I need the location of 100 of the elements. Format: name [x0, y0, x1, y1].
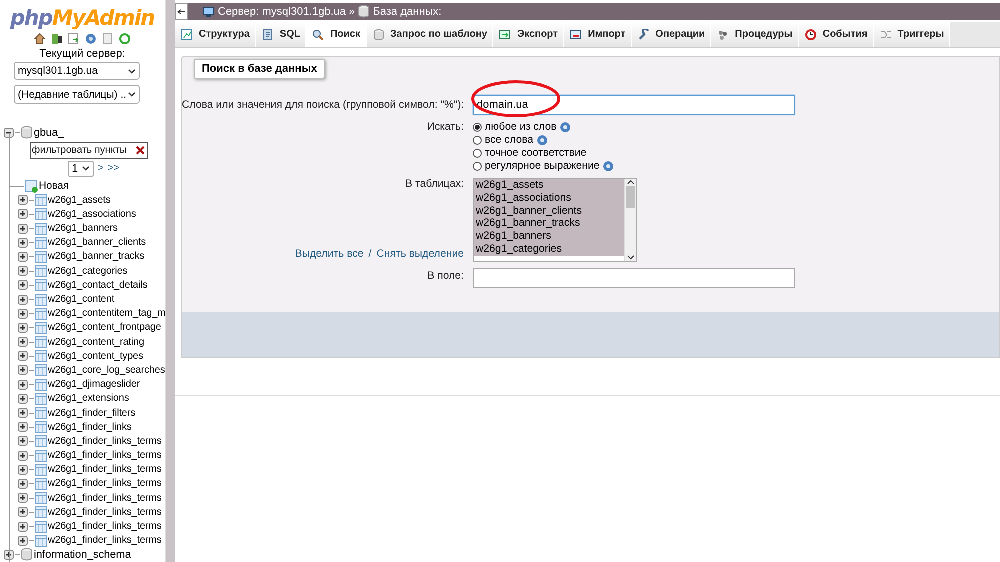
expand-icon[interactable] [18, 252, 28, 262]
table-link[interactable]: w26g1_finder_links_terms [48, 478, 162, 490]
expand-icon[interactable] [18, 408, 28, 418]
scroll-down-icon [626, 254, 634, 261]
table-link[interactable]: w26g1_finder_links_terms [48, 521, 162, 532]
recent-tables-select[interactable]: (Недавние таблицы) .. [14, 85, 140, 104]
radio-label[interactable]: точное соответствие [485, 147, 587, 159]
expand-icon[interactable] [18, 308, 28, 319]
tab[interactable]: Структура [175, 22, 256, 47]
help-icon[interactable] [85, 33, 97, 45]
expand-icon[interactable] [18, 422, 28, 432]
expand-icon[interactable] [18, 507, 28, 518]
table-link[interactable]: w26g1_categories [48, 266, 128, 277]
expand-icon[interactable] [18, 351, 28, 362]
expand-icon[interactable] [18, 536, 28, 546]
table-link[interactable]: w26g1_content_rating [48, 336, 144, 348]
expand-icon[interactable] [18, 238, 28, 248]
expand-icon[interactable] [18, 394, 28, 404]
expand-icon[interactable] [18, 294, 28, 305]
table-link[interactable]: w26g1_content_types [48, 350, 144, 362]
table-link[interactable]: w26g1_finder_links_terms [48, 450, 162, 462]
search-field[interactable]: domain.ua [473, 95, 795, 115]
radio-button[interactable] [473, 136, 482, 144]
radio-button[interactable] [473, 162, 482, 170]
table-link[interactable]: w26g1_banner_clients [48, 237, 146, 248]
table-link[interactable]: w26g1_finder_links [48, 422, 132, 433]
deselect-all-link[interactable]: Снять выделение [376, 248, 464, 260]
table-link[interactable]: w26g1_banners [48, 223, 118, 234]
table-link[interactable]: w26g1_associations [48, 208, 136, 220]
column-field[interactable] [473, 268, 795, 288]
breadcrumb-link[interactable]: База данных: [373, 6, 442, 18]
expand-icon[interactable] [18, 522, 28, 532]
radio-label[interactable]: любое из слов [485, 121, 557, 133]
expand-icon[interactable] [18, 436, 28, 446]
tables-listbox[interactable]: w26g1_assets w26g1_associations w26g1_banner_clients w26g1_banner_tracks w26g1_banners w26g1_categories [473, 178, 637, 262]
tab[interactable]: Экспорт [493, 22, 564, 47]
table-link[interactable]: w26g1_finder_links_terms [48, 436, 162, 447]
table-link[interactable]: w26g1_content_frontpage [48, 322, 162, 334]
expand-icon[interactable] [18, 224, 28, 234]
list-option[interactable]: w26g1_associations [474, 192, 624, 205]
table-link[interactable]: w26g1_finder_links_terms [48, 535, 162, 546]
list-option[interactable]: w26g1_categories [474, 242, 624, 256]
expand-icon[interactable] [18, 450, 28, 461]
tab[interactable]: Запрос по шаблону [366, 22, 494, 47]
document-icon[interactable] [68, 33, 80, 45]
table-link[interactable]: w26g1_core_log_searches [48, 364, 165, 376]
list-option[interactable]: w26g1_banner_tracks [474, 217, 624, 230]
expand-icon[interactable] [18, 195, 28, 206]
expand-icon[interactable] [18, 280, 28, 290]
table-link[interactable]: w26g1_banner_tracks [48, 251, 144, 262]
expand-icon[interactable] [18, 478, 28, 489]
breadcrumb-link[interactable]: Сервер: mysql301.1gb.ua [218, 6, 346, 18]
database-name[interactable]: gbua_ [34, 126, 64, 139]
list-option[interactable]: w26g1_banner_clients [474, 204, 624, 218]
expand-icon[interactable] [18, 365, 28, 376]
expand-icon[interactable] [18, 493, 28, 504]
next-page-link[interactable]: > [98, 163, 104, 174]
table-link[interactable]: w26g1_finder_links_terms [48, 492, 162, 504]
expand-icon[interactable] [18, 322, 28, 333]
collapse-sidebar-button[interactable] [175, 3, 188, 20]
expand-icon[interactable] [4, 550, 14, 560]
last-page-link[interactable]: >> [108, 163, 120, 174]
table-link[interactable]: w26g1_finder_links_terms [48, 464, 162, 476]
radio-button[interactable] [473, 122, 482, 132]
collapse-icon[interactable] [4, 128, 14, 138]
tab[interactable]: Триггеры [874, 22, 950, 47]
new-table-link[interactable]: Новая [39, 180, 69, 192]
table-link[interactable]: w26g1_finder_filters [48, 408, 136, 419]
tab[interactable]: Импорт [564, 22, 632, 47]
expand-icon[interactable] [18, 464, 28, 475]
table-link[interactable]: w26g1_contact_details [48, 280, 148, 291]
tab[interactable]: SQL [256, 22, 306, 47]
database-name[interactable]: information_schema [34, 548, 132, 561]
table-link[interactable]: w26g1_assets [48, 194, 111, 206]
scrollbar-thumb[interactable] [626, 186, 635, 208]
page-select[interactable]: 1 [68, 160, 94, 177]
list-option[interactable]: w26g1_banners [474, 230, 624, 243]
table-link[interactable]: w26g1_contentitem_tag_m [48, 308, 165, 320]
expand-icon[interactable] [18, 337, 28, 348]
scrollbar[interactable] [165, 0, 175, 562]
expand-icon[interactable] [18, 380, 28, 390]
tab[interactable]: Операции [632, 22, 712, 47]
table-link[interactable]: w26g1_finder_links_terms [48, 506, 162, 518]
tab[interactable]: Процедуры [711, 22, 799, 47]
server-select[interactable]: mysql301.1gb.ua [14, 62, 140, 80]
radio-label[interactable]: все слова [485, 134, 534, 146]
home-icon[interactable] [34, 33, 46, 45]
list-option[interactable]: w26g1_assets [474, 179, 624, 192]
select-all-link[interactable]: Выделить все [295, 248, 364, 260]
table-link[interactable]: w26g1_extensions [48, 393, 130, 404]
table-link[interactable]: w26g1_content [48, 294, 115, 306]
reload-icon[interactable] [119, 33, 131, 45]
tab[interactable]: События [798, 22, 874, 47]
table-link[interactable]: w26g1_djimageslider [48, 379, 140, 390]
expand-icon[interactable] [18, 209, 28, 220]
radio-label[interactable]: регулярное выражение [485, 160, 600, 172]
expand-icon[interactable] [18, 266, 28, 276]
filter-field[interactable]: фильтровать пункты [30, 142, 148, 159]
tab[interactable]: Поиск [306, 22, 366, 47]
radio-button[interactable] [473, 148, 482, 158]
